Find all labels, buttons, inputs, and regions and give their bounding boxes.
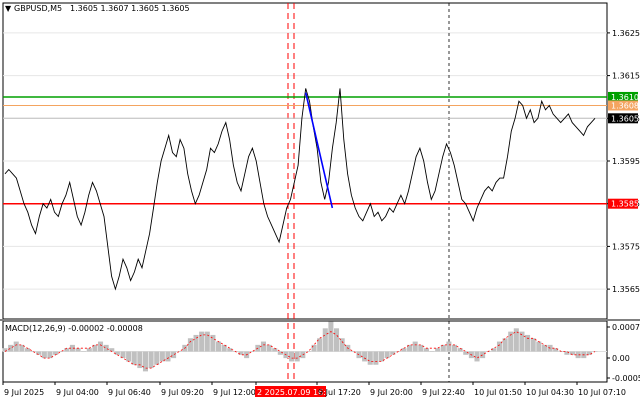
macd-histogram-bar xyxy=(13,341,19,352)
x-tick-label: 10 Jul 01:50 xyxy=(474,388,522,397)
macd-histogram-bar xyxy=(53,351,59,355)
symbol-label: GBPUSD,M5 xyxy=(14,4,62,13)
macd-histogram-bar xyxy=(569,351,576,355)
macd-histogram-bar xyxy=(109,348,115,352)
macd-histogram-bar xyxy=(446,341,452,352)
macd-histogram-bar xyxy=(502,338,508,352)
level-label: 1.3585 xyxy=(611,200,639,209)
macd-histogram-bar xyxy=(137,351,143,369)
macd-histogram-bar xyxy=(333,328,340,352)
macd-histogram-bar xyxy=(154,351,160,365)
macd-histogram-bar xyxy=(480,351,486,359)
macd-histogram-bar xyxy=(530,338,536,352)
macd-histogram-bar xyxy=(126,351,132,362)
price-chart: 0.000710.00-0.00051 1.36251.36151.36051.… xyxy=(0,2,640,397)
x-tick-label: 9 Jul 12:00 xyxy=(213,388,256,397)
x-tick-label: 9 Jul 2025 xyxy=(4,388,44,397)
macd-histogram-bar xyxy=(114,351,120,355)
macd-histogram-bar xyxy=(165,351,171,362)
macd-histogram-bar xyxy=(390,351,396,355)
macd-histogram-bar xyxy=(322,328,328,352)
macd-histogram-bar xyxy=(350,351,356,352)
x-tick-label: 10 Jul 07:10 xyxy=(578,388,626,397)
triangle-down-icon[interactable]: ▼ xyxy=(5,4,12,13)
y-tick-label: 1.3565 xyxy=(612,285,640,294)
x-tick-label: 9 Jul 22:40 xyxy=(422,388,465,397)
x-tick-label: 9 Jul 20:00 xyxy=(370,388,413,397)
macd-y-tick-label: -0.00051 xyxy=(612,374,640,383)
macd-histogram-bar xyxy=(429,351,435,352)
y-tick-label: 1.3595 xyxy=(612,157,640,166)
macd-histogram-bar xyxy=(272,348,278,352)
macd-histogram-bar xyxy=(238,351,244,355)
macd-histogram-bar xyxy=(373,351,379,365)
y-tick-label: 1.3575 xyxy=(612,242,640,251)
macd-histogram-bar xyxy=(277,351,283,355)
macd-histogram-bar xyxy=(260,341,267,352)
macd-histogram-bar xyxy=(367,351,373,365)
macd-histogram-bar xyxy=(86,348,92,352)
macd-histogram-bar xyxy=(311,344,317,352)
level-label: 1.3608 xyxy=(611,101,639,110)
ohlc-values: 1.3605 1.3607 1.3605 1.3605 xyxy=(70,4,190,13)
macd-histogram-bar xyxy=(305,351,311,352)
level-label: 1.3605 xyxy=(611,114,639,123)
macd-histogram-bar xyxy=(75,348,81,352)
x-tick-label: 9 Jul 17:20 xyxy=(318,388,361,397)
macd-histogram-bar xyxy=(97,341,104,352)
macd-histogram-bar xyxy=(249,351,255,352)
macd-histogram-bar xyxy=(384,351,390,359)
macd-histogram-bar xyxy=(362,351,368,362)
macd-histogram-bar xyxy=(463,351,469,355)
macd-histogram-bar xyxy=(227,348,233,352)
macd-histogram-bar xyxy=(564,351,570,355)
macd-histogram-bar xyxy=(215,341,222,352)
macd-histogram-bar xyxy=(266,344,272,352)
macd-histogram-bar xyxy=(328,321,334,352)
x-tick-label: 9 Jul 09:20 xyxy=(161,388,204,397)
macd-histogram-bar xyxy=(474,351,480,362)
macd-histogram-bar xyxy=(435,348,441,352)
macd-histogram-bar xyxy=(8,344,14,352)
macd-histogram-bar xyxy=(171,351,177,359)
macd-histogram-bar xyxy=(148,351,154,369)
macd-histogram-bar xyxy=(536,341,542,352)
macd-histogram-bar xyxy=(81,351,87,352)
macd-histogram-bar xyxy=(36,351,42,355)
macd-histogram-bar xyxy=(24,348,31,352)
macd-histogram-bar xyxy=(491,348,497,352)
y-tick-label: 1.3615 xyxy=(612,72,640,81)
x-tick-label: 9 Jul 06:40 xyxy=(108,388,151,397)
y-axis-ticks: 1.3625 1.3615 1.3605 1.3595 1.3585 1.3575 1.35… xyxy=(607,29,640,294)
macd-histogram-bar xyxy=(58,351,64,352)
level-labels: 1.36101.36081.36051.3585 xyxy=(608,91,639,209)
macd-y-tick-label: 0.00071 xyxy=(612,323,640,332)
macd-histogram-bar xyxy=(525,334,531,352)
macd-histogram-bar xyxy=(294,351,300,362)
macd-histogram-bar xyxy=(423,348,429,352)
x-tick-label: 9 Jul 04:00 xyxy=(56,388,99,397)
macd-histogram-bar xyxy=(412,341,418,352)
macd-histogram-bar xyxy=(289,351,295,362)
x-axis-ticks: 9 Jul 2025 9 Jul 04:00 9 Jul 06:40 9 Jul 09… xyxy=(2,382,626,397)
macd-histogram-bar xyxy=(64,348,70,352)
x-tick-label: 10 Jul 04:30 xyxy=(526,388,574,397)
y-tick-label: 1.3625 xyxy=(612,29,640,38)
macd-histogram-bar xyxy=(30,351,36,352)
macd-histogram-bar xyxy=(513,328,519,352)
macd-histogram-bar xyxy=(339,338,345,352)
macd-histogram-bar xyxy=(41,351,47,359)
macd-histogram-bar xyxy=(451,344,458,352)
macd-histogram-bar xyxy=(187,338,193,352)
macd-histogram-bar xyxy=(2,348,8,352)
macd-histogram-bar xyxy=(103,344,109,352)
macd-histogram-bar xyxy=(586,351,592,355)
macd-histogram-bar xyxy=(553,348,559,352)
macd-histogram-bar xyxy=(204,331,210,352)
macd-y-tick-label: 0.00 xyxy=(612,354,630,363)
macd-title: MACD(12,26,9) -0.00002 -0.00008 xyxy=(5,324,143,333)
macd-histogram-bar xyxy=(131,351,137,365)
